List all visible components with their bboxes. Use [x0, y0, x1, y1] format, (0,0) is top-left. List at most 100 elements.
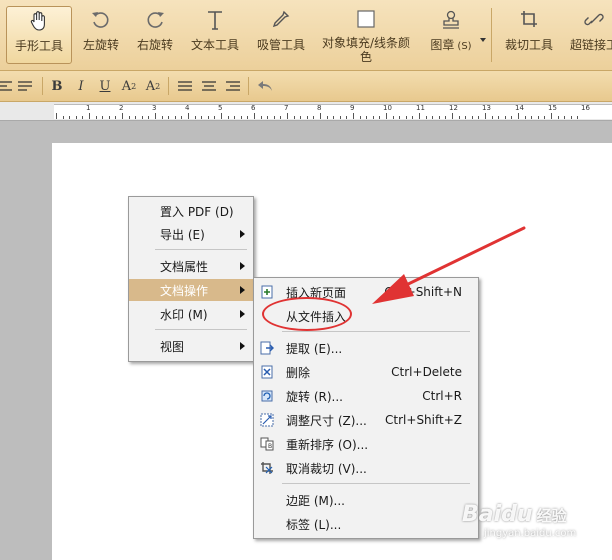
menu-item-label: 边距 (M)... [286, 493, 345, 508]
watermark-logo: Baidu 经验 [462, 503, 608, 528]
eyedropper-icon [271, 6, 291, 34]
hand-tool-button[interactable]: 手形工具 [6, 6, 72, 64]
ruler-tick [188, 113, 189, 119]
ruler-tick [240, 116, 242, 119]
list-center-icon[interactable] [200, 77, 218, 95]
toolbar-separator [42, 77, 43, 95]
stamp-shortcut: (S) [457, 41, 472, 52]
rotate-right-button[interactable]: 右旋转 [130, 6, 180, 64]
ruler-tick [531, 116, 533, 119]
align-left-icon[interactable] [0, 77, 14, 95]
ruler-tick [392, 116, 394, 119]
ruler-tick [82, 116, 84, 119]
ruler-tick [141, 116, 143, 119]
ruler-tick [247, 116, 249, 119]
menu-item-watermark[interactable]: 水印 (M) [129, 303, 253, 325]
menu-item-label: 置入 PDF (D) [160, 204, 234, 219]
crop-button[interactable]: 裁切工具 [500, 6, 558, 64]
ruler-tick [155, 113, 156, 119]
ruler-label: 10 [383, 104, 392, 112]
stamp-dropdown-icon[interactable] [480, 38, 486, 42]
ruler-tick [128, 116, 130, 119]
text-tool-button[interactable]: 文本工具 [186, 6, 244, 64]
tool-label: 右旋转 [136, 38, 173, 52]
undo-icon[interactable] [256, 77, 274, 95]
menu-item-document-properties[interactable]: 文档属性 [129, 255, 253, 277]
ruler-label: 13 [482, 104, 491, 112]
fill-color-icon [356, 6, 376, 32]
rotate-left-icon [90, 6, 112, 34]
submenu-arrow-icon [240, 310, 245, 318]
submenu-item-resize[interactable]: 调整尺寸 (Z)... Ctrl+Shift+Z [254, 409, 478, 431]
ruler-tick [379, 116, 381, 119]
submenu-item-margins[interactable]: 边距 (M)... [254, 489, 478, 511]
submenu-item-uncrop[interactable]: 取消裁切 (V)... [254, 457, 478, 479]
ruler-tick [108, 116, 110, 119]
ruler-tick [227, 116, 229, 119]
ruler-tick [313, 116, 315, 119]
submenu-item-rotate[interactable]: 旋转 (R)... Ctrl+R [254, 385, 478, 407]
uncrop-icon [261, 462, 273, 474]
eyedropper-button[interactable]: 吸管工具 [252, 6, 310, 64]
baidu-watermark: Baidu 经验 jingyan.baidu.com [462, 503, 608, 555]
menu-item-shortcut: Ctrl+Delete [391, 365, 462, 379]
ruler-tick [478, 116, 480, 119]
ruler-tick [504, 116, 506, 119]
fill-color-button[interactable]: 对象填充/线条颜色 [316, 6, 416, 64]
menu-item-document-operations[interactable]: 文档操作 [129, 279, 253, 301]
ruler-tick [254, 113, 255, 119]
stamp-icon [441, 6, 461, 34]
ruler-tick [445, 116, 447, 119]
tool-label: 左旋转 [82, 38, 119, 52]
ruler-tick [102, 116, 104, 119]
toolbar-separator [248, 77, 249, 95]
submenu-item-labels[interactable]: 标签 (L)... [254, 513, 478, 535]
toolbar-separator [491, 8, 492, 62]
ruler-tick [95, 116, 97, 119]
align-justify-icon[interactable] [16, 77, 34, 95]
menu-separator [282, 331, 470, 332]
rotate-right-icon [144, 6, 166, 34]
subscript-button[interactable]: A2 [144, 77, 162, 95]
ruler-tick [75, 116, 77, 119]
submenu-item-reorder[interactable]: B 重新排序 (O)... [254, 433, 478, 455]
menu-item-shortcut: Ctrl+R [422, 389, 462, 403]
menu-item-export[interactable]: 导出 (E) [129, 223, 253, 245]
list-right-icon[interactable] [224, 77, 242, 95]
hyperlink-button[interactable]: 超链接工 [566, 6, 612, 64]
menu-item-label: 提取 (E)... [286, 341, 343, 356]
ruler-tick [161, 116, 163, 119]
superscript-letter: A [121, 78, 132, 94]
stamp-button[interactable]: 图章 (S) [422, 6, 480, 64]
superscript-button[interactable]: A2 [120, 77, 138, 95]
menu-item-label: 取消裁切 (V)... [286, 461, 367, 476]
underline-button[interactable]: U [96, 77, 114, 95]
ruler-tick [115, 116, 117, 119]
ruler-tick [485, 113, 486, 119]
ruler-label: 9 [350, 104, 355, 112]
ruler-tick [267, 116, 269, 119]
ruler-tick [135, 116, 137, 119]
bold-button[interactable]: B [48, 77, 66, 95]
tool-label: 超链接工 [569, 38, 612, 52]
stamp-label: 图章 (S) [430, 38, 471, 54]
ruler-tick [300, 116, 302, 119]
ruler-tick [148, 116, 150, 119]
rotate-left-button[interactable]: 左旋转 [76, 6, 126, 64]
ruler-tick [333, 116, 335, 119]
list-left-icon[interactable] [176, 77, 194, 95]
ruler-tick [359, 116, 361, 119]
ruler-tick [320, 113, 321, 119]
ruler-tick [181, 116, 183, 119]
ruler-tick [438, 116, 440, 119]
main-toolbar: 手形工具 左旋转 右旋转 文本工具 吸管工具 对象填充/线条颜色 图章 (S) … [0, 0, 612, 71]
submenu-item-extract[interactable]: 提取 (E)... [254, 337, 478, 359]
italic-button[interactable]: I [72, 77, 90, 95]
ruler-label: 1 [86, 104, 91, 112]
horizontal-ruler: 1 2 3 4 5 6 7 8 9 10 11 12 13 14 15 16 [0, 102, 612, 121]
menu-item-place-pdf[interactable]: 置入 PDF (D) [129, 200, 253, 222]
menu-item-view[interactable]: 视图 [129, 335, 253, 357]
tool-label: 文本工具 [190, 38, 239, 52]
ruler-tick [62, 116, 64, 119]
submenu-item-delete[interactable]: 删除 Ctrl+Delete [254, 361, 478, 383]
